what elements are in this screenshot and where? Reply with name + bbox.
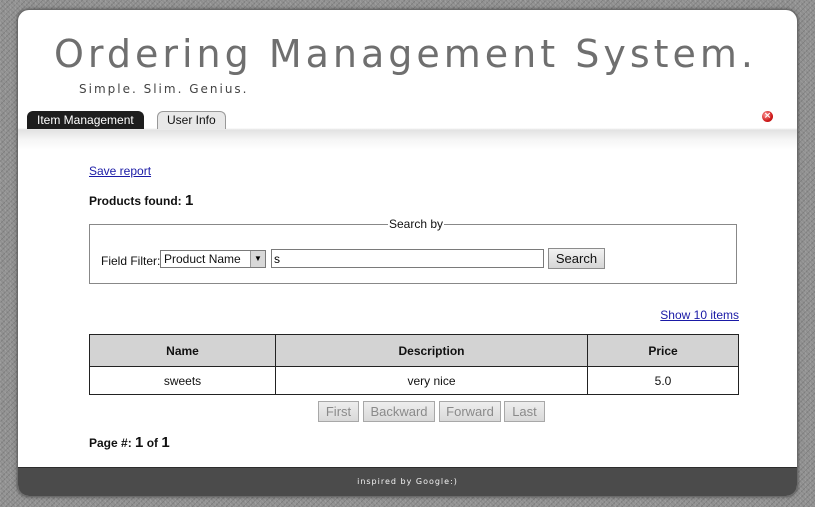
last-page-button[interactable]: Last bbox=[504, 401, 545, 422]
app-tagline: Simple. Slim. Genius. bbox=[79, 82, 249, 96]
search-panel: Search by Field Filter: Product Name ▼ S… bbox=[89, 217, 737, 284]
close-icon[interactable]: × bbox=[762, 111, 773, 122]
table-header-row: Name Description Price bbox=[89, 334, 739, 367]
tab-bar: Item Management User Info bbox=[18, 110, 797, 150]
first-page-button[interactable]: First bbox=[318, 401, 359, 422]
page-current: 1 bbox=[135, 434, 144, 451]
products-found: Products found: 1 bbox=[89, 192, 193, 209]
field-filter-label: Field Filter: bbox=[101, 254, 161, 268]
results-table: Name Description Price sweets very nice … bbox=[89, 334, 739, 395]
products-found-label: Products found: bbox=[89, 194, 182, 208]
page-indicator: Page #: 1 of 1 bbox=[89, 434, 170, 451]
footer: inspired by Google:) bbox=[18, 467, 797, 496]
page-total: 1 bbox=[161, 434, 170, 451]
chevron-down-icon[interactable]: ▼ bbox=[250, 251, 265, 267]
backward-page-button[interactable]: Backward bbox=[363, 401, 435, 422]
search-button[interactable]: Search bbox=[548, 248, 605, 269]
cell-name: sweets bbox=[89, 366, 276, 395]
tab-user-info[interactable]: User Info bbox=[157, 111, 226, 129]
products-found-count: 1 bbox=[185, 192, 194, 209]
field-filter-select[interactable]: Product Name ▼ bbox=[160, 250, 266, 268]
tab-item-management[interactable]: Item Management bbox=[27, 111, 144, 129]
table-row: sweets very nice 5.0 bbox=[89, 366, 739, 395]
page-of: of bbox=[146, 436, 159, 450]
pagination: First Backward Forward Last bbox=[301, 401, 601, 422]
column-header-description: Description bbox=[275, 334, 588, 367]
cell-description: very nice bbox=[275, 366, 588, 395]
footer-text: inspired by Google:) bbox=[357, 477, 458, 486]
app-window: Ordering Management System. Simple. Slim… bbox=[17, 9, 798, 497]
save-report-link[interactable]: Save report bbox=[89, 164, 151, 178]
cell-price: 5.0 bbox=[587, 366, 739, 395]
app-title: Ordering Management System. bbox=[54, 32, 758, 76]
field-filter-selected: Product Name bbox=[164, 252, 241, 266]
search-input[interactable] bbox=[271, 249, 544, 268]
forward-page-button[interactable]: Forward bbox=[439, 401, 501, 422]
search-legend: Search by bbox=[388, 217, 445, 231]
column-header-name: Name bbox=[89, 334, 276, 367]
column-header-price: Price bbox=[587, 334, 739, 367]
show-items-link[interactable]: Show 10 items bbox=[660, 308, 739, 322]
page-label: Page #: bbox=[89, 436, 132, 450]
